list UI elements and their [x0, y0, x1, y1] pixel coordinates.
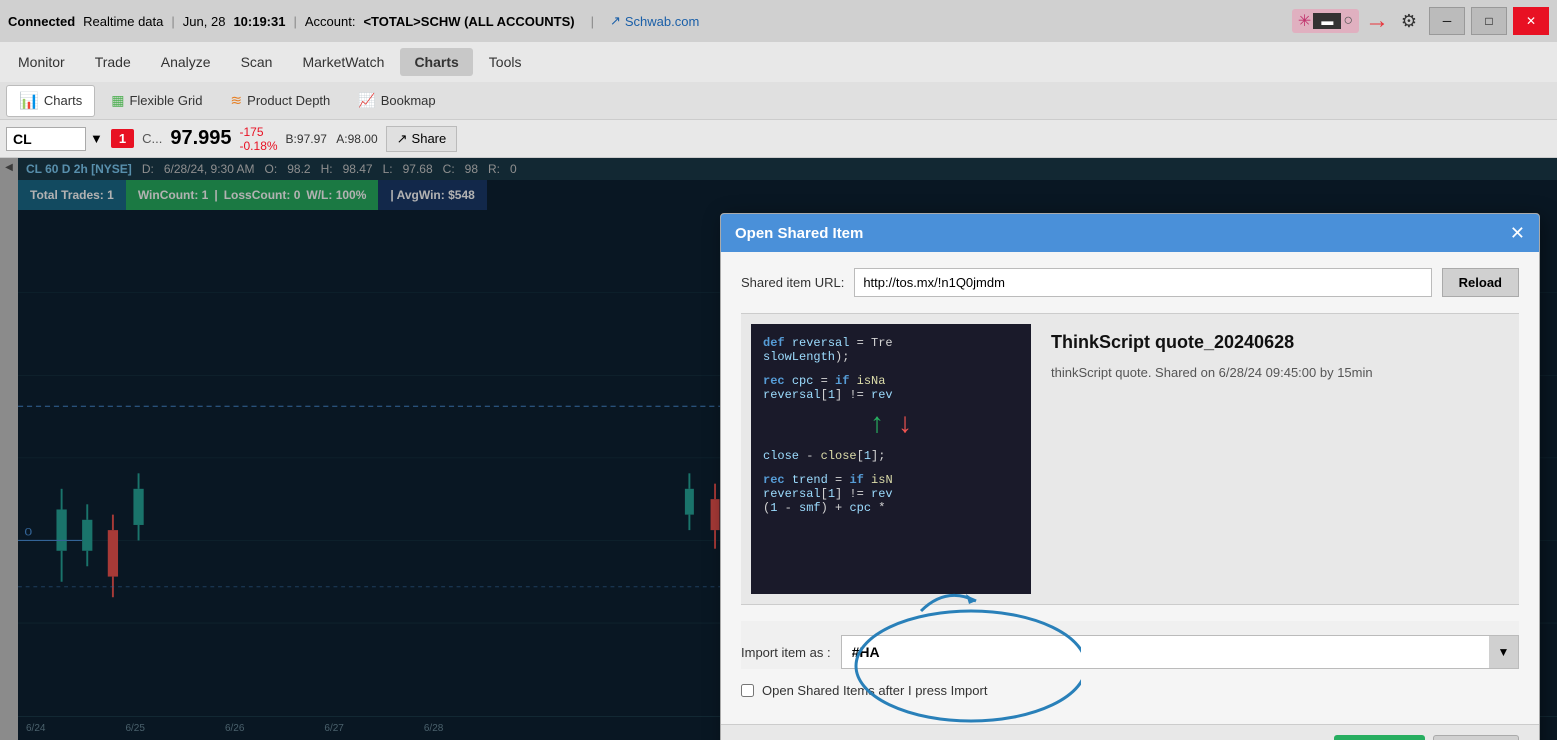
modal-overlay: Open Shared Item ✕ Shared item URL: Relo…: [0, 158, 1557, 740]
dropdown-arrow-icon: ▼: [1498, 645, 1510, 659]
subnav-bookmap[interactable]: 📈 Bookmap: [346, 87, 447, 114]
grid-icon: ▦: [111, 92, 124, 109]
schwab-link[interactable]: ↗ Schwab.com: [610, 13, 699, 29]
arrow-icon: →: [1365, 7, 1389, 35]
script-line-4: reversal[1] != rev: [763, 388, 1019, 402]
modal-body: Shared item URL: Reload def reversal = T…: [721, 252, 1539, 724]
minimize-button[interactable]: ─: [1429, 7, 1465, 35]
modal-close-icon: ✕: [1510, 223, 1525, 243]
account-label: Account:: [305, 14, 356, 29]
script-blank-2: [763, 463, 1019, 473]
subnav-flexgrid[interactable]: ▦ Flexible Grid: [99, 87, 214, 114]
subnav-productdepth[interactable]: ≋ Product Depth: [218, 87, 342, 114]
import-button[interactable]: Import: [1334, 735, 1426, 740]
dropdown-arrow[interactable]: ▼: [90, 131, 103, 146]
realtime-label: Realtime data: [83, 14, 163, 29]
bid-ask: B:97.97 A:98.00: [286, 132, 378, 146]
nav-marketwatch[interactable]: MarketWatch: [288, 48, 398, 76]
script-line-2: slowLength);: [763, 350, 1019, 364]
preview-section: def reversal = Tre slowLength); rec cpc …: [741, 313, 1519, 605]
depth-icon: ≋: [230, 92, 242, 109]
modal-footer: Import Cancel: [721, 724, 1539, 740]
close-button[interactable]: ✕: [1513, 7, 1549, 35]
maximize-button[interactable]: □: [1471, 7, 1507, 35]
quote-bar: ▼ 1 C... 97.995 -175 -0.18% B:97.97 A:98…: [0, 120, 1557, 158]
charts-bar-icon: 📊: [19, 91, 39, 111]
nav-analyze[interactable]: Analyze: [147, 48, 225, 76]
account-value: <TOTAL>SCHW (ALL ACCOUNTS): [363, 14, 574, 29]
script-title: ThinkScript quote_20240628: [1051, 332, 1509, 353]
connected-status: Connected: [8, 14, 75, 29]
share-icon: ↗: [397, 131, 408, 147]
settings-button[interactable]: ⚙: [1395, 7, 1423, 35]
title-bar-left: Connected Realtime data | Jun, 28 10:19:…: [8, 13, 1282, 29]
script-preview: def reversal = Tre slowLength); rec cpc …: [751, 324, 1031, 594]
nav-tools[interactable]: Tools: [475, 48, 536, 76]
script-line-6: rec trend = if isN: [763, 473, 1019, 487]
import-row: Import item as : ▼: [741, 621, 1519, 669]
cancel-button[interactable]: Cancel: [1433, 735, 1519, 740]
script-desc: thinkScript quote. Shared on 6/28/24 09:…: [1051, 363, 1509, 383]
main-nav: Monitor Trade Analyze Scan MarketWatch C…: [0, 42, 1557, 82]
checkbox-row: Open Shared Items after I press Import: [741, 669, 1519, 708]
script-line-8: (1 - smf) + cpc *: [763, 501, 1019, 515]
import-name-input[interactable]: [841, 635, 1519, 669]
app-container: Connected Realtime data | Jun, 28 10:19:…: [0, 0, 1557, 740]
url-input[interactable]: [854, 268, 1431, 297]
script-blank-1: [763, 364, 1019, 374]
nav-trade[interactable]: Trade: [81, 48, 145, 76]
asterisk-icon: ✳: [1298, 11, 1311, 31]
icon-cluster: ✳ ▬ ○: [1292, 9, 1359, 33]
bar-icon: ▬: [1313, 13, 1341, 29]
import-label: Import item as :: [741, 645, 831, 660]
symbol-section: ▼: [6, 127, 103, 151]
script-line-3: rec cpc = if isNa: [763, 374, 1019, 388]
nav-scan[interactable]: Scan: [227, 48, 287, 76]
nav-charts[interactable]: Charts: [400, 48, 472, 76]
sub-nav: 📊 Charts ▦ Flexible Grid ≋ Product Depth…: [0, 82, 1557, 120]
open-shared-item-modal: Open Shared Item ✕ Shared item URL: Relo…: [720, 213, 1540, 740]
script-line-1: def reversal = Tre: [763, 336, 1019, 350]
quote-change: -175 -0.18%: [240, 125, 278, 153]
external-link-icon: ↗: [610, 13, 621, 29]
open-after-import-checkbox[interactable]: [741, 684, 754, 697]
circle-icon: ○: [1343, 12, 1353, 30]
date-label: Jun, 28: [183, 14, 226, 29]
bookmap-icon: 📈: [358, 92, 375, 109]
checkbox-label: Open Shared Items after I press Import: [762, 683, 987, 698]
title-bar-right: ✳ ▬ ○ → ⚙ ─ □ ✕: [1292, 7, 1549, 35]
modal-title: Open Shared Item: [735, 225, 863, 242]
reload-button[interactable]: Reload: [1442, 268, 1519, 297]
symbol-input[interactable]: [6, 127, 86, 151]
nav-monitor[interactable]: Monitor: [4, 48, 79, 76]
modal-close-button[interactable]: ✕: [1510, 224, 1525, 242]
script-info: ThinkScript quote_20240628 thinkScript q…: [1051, 324, 1509, 594]
quote-abbr: C...: [142, 131, 162, 146]
modal-header: Open Shared Item ✕: [721, 214, 1539, 252]
time-label: 10:19:31: [233, 14, 285, 29]
script-arrows: ↑ ↓: [763, 410, 1019, 441]
gear-icon: ⚙: [1401, 11, 1417, 32]
url-label: Shared item URL:: [741, 275, 844, 290]
import-section: Import item as : ▼: [741, 621, 1519, 669]
title-bar: Connected Realtime data | Jun, 28 10:19:…: [0, 0, 1557, 42]
script-line-7: reversal[1] != rev: [763, 487, 1019, 501]
quote-price: 97.995: [170, 127, 231, 150]
script-line-5: close - close[1];: [763, 449, 1019, 463]
share-button[interactable]: ↗ Share: [386, 126, 458, 152]
content-area: ◀ CL 60 D 2h [NYSE] D: 6/28/24, 9:30 AM …: [0, 158, 1557, 740]
import-dropdown-button[interactable]: ▼: [1489, 635, 1519, 669]
url-row: Shared item URL: Reload: [741, 268, 1519, 297]
subnav-charts[interactable]: 📊 Charts: [6, 85, 95, 117]
quote-badge: 1: [111, 129, 134, 148]
import-input-wrapper: ▼: [841, 635, 1519, 669]
